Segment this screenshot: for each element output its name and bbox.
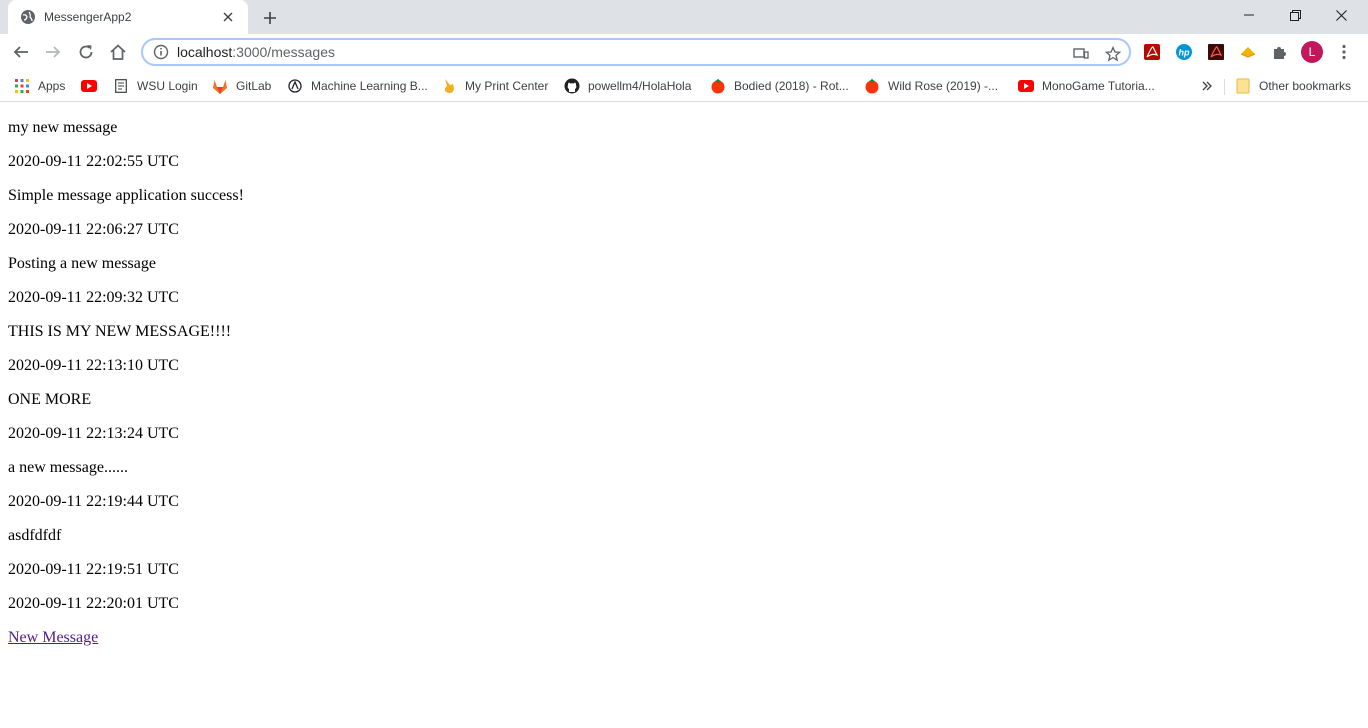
message-timestamp: 2020-09-11 22:06:27 UTC xyxy=(8,221,179,238)
bookmarks-separator xyxy=(1224,79,1225,95)
forward-button[interactable] xyxy=(40,39,66,65)
gitlab-icon xyxy=(212,78,228,94)
bookmark-label: powellm4/HolaHola xyxy=(588,79,692,93)
browser-toolbar: localhost:3000/messages hp L xyxy=(0,34,1368,70)
bookmark-label: Wild Rose (2019) -... xyxy=(888,79,999,93)
message-text: a new message...... xyxy=(8,459,128,476)
new-tab-button[interactable] xyxy=(258,6,282,30)
bookmark-gitlab[interactable]: GitLab xyxy=(212,76,271,96)
tomato-icon xyxy=(710,78,726,94)
bookmarks-overflow-chevron-icon[interactable] xyxy=(1202,76,1212,96)
hand-icon xyxy=(441,78,457,94)
youtube-icon xyxy=(81,78,97,94)
back-button[interactable] xyxy=(8,39,34,65)
home-button[interactable] xyxy=(105,39,131,65)
message-text: Posting a new message xyxy=(8,255,156,272)
url-text: localhost:3000/messages xyxy=(177,44,335,60)
profile-avatar[interactable]: L xyxy=(1301,41,1323,63)
drive-extension-icon[interactable] xyxy=(1237,41,1259,63)
bookmark-machine-learning[interactable]: Machine Learning B... xyxy=(287,76,428,96)
pdf-extension-icon[interactable] xyxy=(1205,41,1227,63)
minimize-button[interactable] xyxy=(1226,0,1272,30)
message-timestamp: 2020-09-11 22:13:24 UTC xyxy=(8,425,179,442)
folder-icon xyxy=(1235,78,1251,94)
tomato-icon xyxy=(864,78,880,94)
message-text: ONE MORE xyxy=(8,391,92,408)
cast-icon[interactable] xyxy=(1071,44,1091,64)
acrobat-extension-icon[interactable] xyxy=(1141,41,1163,63)
apps-grid-icon xyxy=(14,78,30,94)
address-bar[interactable]: localhost:3000/messages xyxy=(141,38,1131,66)
ml-icon xyxy=(287,78,303,94)
bookmark-wsu-login[interactable]: WSU Login xyxy=(113,76,198,96)
tab-messengerapp2[interactable]: MessengerApp2 xyxy=(8,0,248,34)
bookmark-label: Bodied (2018) - Rot... xyxy=(734,79,849,93)
bookmark-my-print-center[interactable]: My Print Center xyxy=(441,76,548,96)
github-icon xyxy=(564,78,580,94)
hp-extension-icon[interactable]: hp xyxy=(1173,41,1195,63)
youtube-icon xyxy=(1018,78,1034,94)
bookmark-label: My Print Center xyxy=(465,79,549,93)
tab-strip: MessengerApp2 xyxy=(0,0,1368,34)
message-text: asdfdfdf xyxy=(8,527,62,544)
bookmark-apps[interactable]: Apps xyxy=(14,76,65,96)
globe-icon xyxy=(20,9,36,25)
bookmark-label: MonoGame Tutoria... xyxy=(1042,79,1155,93)
message-text: Simple message application success! xyxy=(8,187,244,204)
bookmark-label: Machine Learning B... xyxy=(311,79,428,93)
message-timestamp: 2020-09-11 22:09:32 UTC xyxy=(8,289,179,306)
new-message-link[interactable]: New Message xyxy=(8,629,98,646)
tab-title: MessengerApp2 xyxy=(44,10,132,24)
message-text: my new message xyxy=(8,119,118,136)
message-timestamp: 2020-09-11 22:20:01 UTC xyxy=(8,595,179,612)
reload-button[interactable] xyxy=(73,39,99,65)
close-window-button[interactable] xyxy=(1318,0,1364,30)
restore-button[interactable] xyxy=(1272,0,1318,30)
page-content: my new message 2020-09-11 22:02:55 UTC S… xyxy=(8,103,1358,647)
bookmark-label: Other bookmarks xyxy=(1259,79,1352,93)
bookmark-other-bookmarks[interactable]: Other bookmarks xyxy=(1235,76,1351,96)
bookmarks-bar: Apps WSU Login GitLab Machine Learning B… xyxy=(0,70,1368,102)
page-icon xyxy=(113,78,129,94)
message-timestamp: 2020-09-11 22:13:10 UTC xyxy=(8,357,179,374)
bookmark-monogame[interactable]: MonoGame Tutoria... xyxy=(1018,76,1155,96)
close-tab-icon[interactable] xyxy=(220,9,236,25)
info-icon[interactable] xyxy=(153,44,169,60)
message-timestamp: 2020-09-11 22:02:55 UTC xyxy=(8,153,179,170)
bookmark-holahola[interactable]: powellm4/HolaHola xyxy=(564,76,691,96)
bookmark-wild-rose[interactable]: Wild Rose (2019) -... xyxy=(864,76,998,96)
bookmark-label: WSU Login xyxy=(137,79,198,93)
puzzle-extensions-icon[interactable] xyxy=(1269,41,1291,63)
bookmark-bodied[interactable]: Bodied (2018) - Rot... xyxy=(710,76,849,96)
message-timestamp: 2020-09-11 22:19:44 UTC xyxy=(8,493,179,510)
bookmark-label: Apps xyxy=(38,79,66,93)
bookmark-youtube[interactable] xyxy=(81,76,105,96)
bookmark-label: GitLab xyxy=(236,79,272,93)
message-timestamp: 2020-09-11 22:19:51 UTC xyxy=(8,561,179,578)
message-text: THIS IS MY NEW MESSAGE!!!! xyxy=(8,323,232,340)
svg-text:hp: hp xyxy=(1179,48,1190,58)
bookmark-star-icon[interactable] xyxy=(1103,44,1123,64)
menu-kebab-icon[interactable] xyxy=(1333,41,1355,63)
